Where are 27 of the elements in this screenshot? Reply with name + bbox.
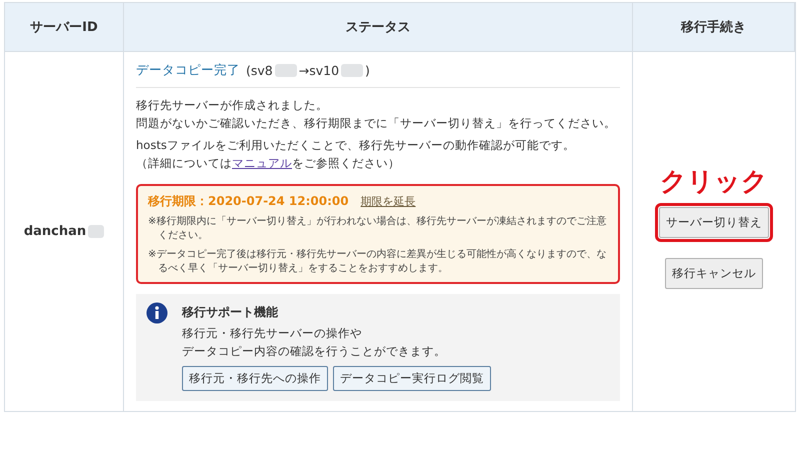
status-title: データコピー完了 — [136, 62, 240, 79]
column-header: 移行手続き — [633, 3, 795, 52]
server-route: (sv8 — [246, 63, 273, 78]
status-message: 問題がないかご確認いただき、移行期限までに「サーバー切り替え」を行ってください。 — [136, 115, 617, 132]
server-route: ) — [365, 63, 370, 78]
click-label: クリック — [660, 166, 768, 199]
support-button[interactable]: 移行元・移行先への操作 — [182, 366, 328, 391]
support-title: 移行サポート機能 — [182, 304, 279, 321]
redaction-mark — [341, 64, 364, 77]
hosts-note: hostsファイルをご利用いただくことで、移行先サーバーの動作確認が可能です。 — [136, 137, 576, 154]
detail-note: （詳細についてはマニュアルをご参照ください） — [136, 155, 401, 172]
support-text: 移行元・移行先サーバーの操作や — [182, 325, 363, 342]
extend-link[interactable]: 期限を延長 — [360, 194, 416, 209]
warning-note: ※データコピー完了後は移行元・移行先サーバーの内容に差異が生じる可能性が高くなりますので、なるべく早く「サーバー切り替え」をすることをおすすめします。 — [148, 248, 608, 276]
server-route: →sv10 — [298, 63, 340, 78]
action-button[interactable]: 移行キャンセル — [665, 258, 763, 289]
support-button[interactable]: データコピー実行ログ閲覧 — [333, 366, 491, 391]
status-message: 移行先サーバーが作成されました。 — [136, 97, 329, 114]
column-header: ステータス — [124, 3, 633, 52]
info-icon — [146, 302, 168, 324]
redaction-mark — [274, 64, 297, 77]
manual-link[interactable]: マニュアル — [232, 156, 292, 170]
server-id: danchan — [24, 224, 86, 239]
warning-note: ※移行期限内に「サーバー切り替え」が行われない場合は、移行先サーバーが凍結されますのでご注意ください。 — [148, 215, 608, 243]
deadline-text: 移行期限：2020-07-24 12:00:00 — [148, 193, 349, 210]
support-text: データコピー内容の確認を行うことができます。 — [182, 343, 447, 360]
column-header: サーバーID — [5, 3, 124, 52]
